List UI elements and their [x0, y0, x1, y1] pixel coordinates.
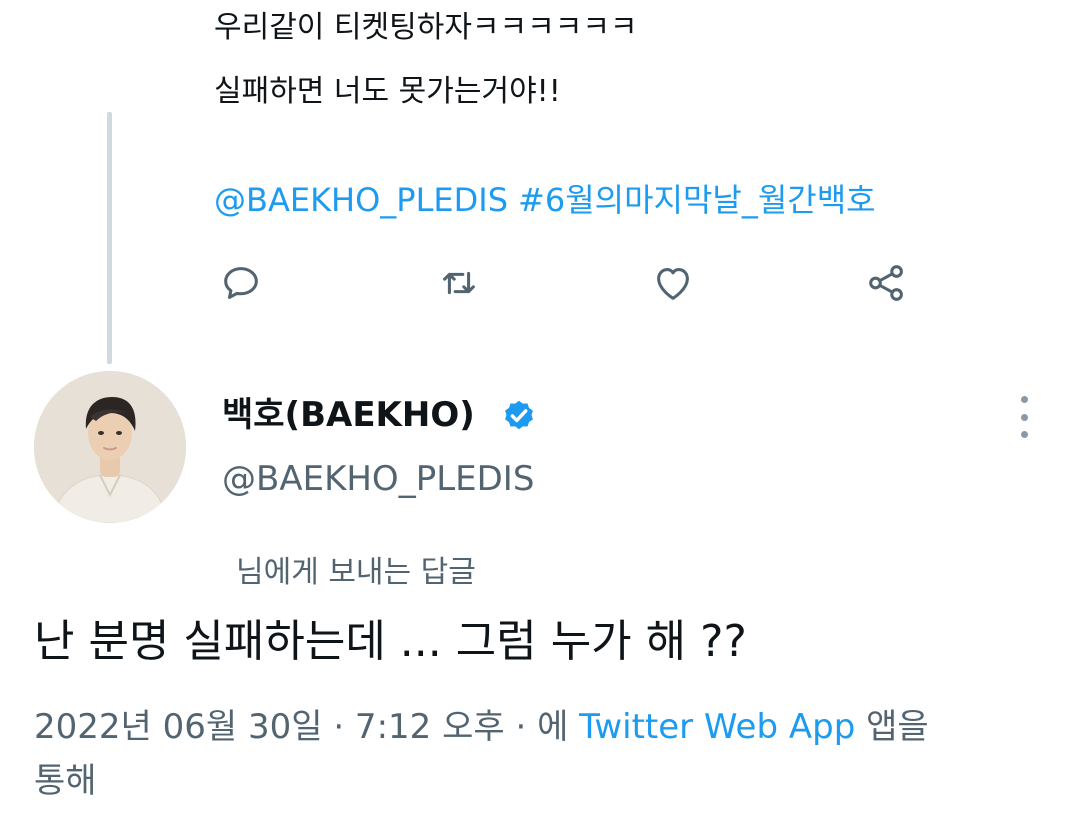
more-options-icon[interactable]: [1010, 396, 1038, 438]
source-app-suffix-2: 통해: [34, 761, 97, 801]
author-handle[interactable]: @BAEKHO_PLEDIS: [222, 456, 534, 502]
profile-photo: [34, 371, 186, 523]
like-button[interactable]: [648, 258, 698, 308]
retweet-icon: [443, 271, 475, 295]
tweet-timestamp[interactable]: 2022년 06월 30일 · 7:12 오후 · 에: [34, 707, 568, 747]
heart-icon: [657, 268, 689, 300]
retweet-button[interactable]: [434, 258, 484, 308]
mention-link[interactable]: @BAEKHO_PLEDIS: [214, 181, 508, 219]
avatar[interactable]: [34, 371, 186, 523]
share-button[interactable]: [862, 258, 912, 308]
thread-line: [107, 112, 112, 364]
previous-tweet-line-2: 실패하면 너도 못가는거야!!: [214, 74, 561, 109]
reply-icon: [224, 267, 258, 299]
previous-tweet-links: @BAEKHO_PLEDIS #6월의마지막날_월간백호: [214, 178, 886, 222]
tweet-text: 난 분명 실패하는데 ... 그럼 누가 해 ??: [34, 616, 747, 667]
reply-button[interactable]: [216, 258, 266, 308]
tweet-metadata: 2022년 06월 30일 · 7:12 오후 · 에 Twitter Web …: [34, 700, 1044, 808]
author-display-name[interactable]: 백호(BAEKHO): [222, 392, 475, 438]
reply-to-label: 님에게 보내는 답글: [236, 555, 476, 590]
hashtag-link[interactable]: #6월의마지막날_월간백호: [518, 181, 876, 219]
source-app-link[interactable]: Twitter Web App: [579, 707, 855, 747]
share-icon: [869, 265, 903, 301]
verified-badge-icon: [500, 396, 538, 434]
previous-tweet-line-1: 우리같이 티켓팅하자ㅋㅋㅋㅋㅋㅋ: [214, 10, 638, 45]
source-app-suffix: 앱을: [866, 707, 929, 747]
